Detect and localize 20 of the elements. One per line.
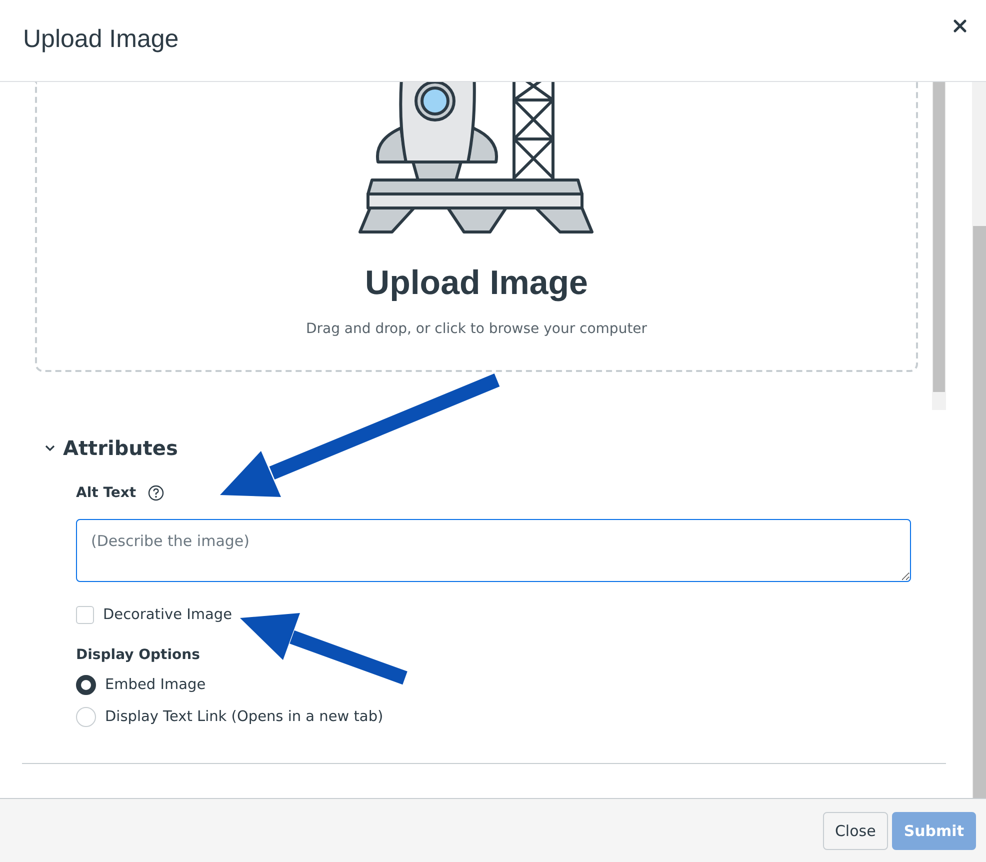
field-label: Display Options — [76, 647, 201, 663]
help-icon[interactable] — [148, 485, 164, 501]
dialog-title: Upload Image — [23, 25, 179, 54]
radio-label: Display Text Link (Opens in a new tab) — [105, 709, 384, 725]
dropzone-heading: Upload Image — [365, 264, 588, 303]
close-button[interactable]: Close — [822, 812, 888, 850]
chevron-icon — [45, 444, 55, 452]
close-icon — [953, 18, 967, 32]
upload-dropzone[interactable]: Upload Image Drag and drop, or click to browse your computer — [35, 82, 918, 372]
attributes-toggle[interactable]: Attributes — [45, 436, 178, 460]
field-label: Alt Text — [76, 485, 136, 501]
radio-label: Embed Image — [105, 677, 206, 693]
close-button[interactable] — [951, 16, 969, 34]
checkbox-label: Decorative Image — [103, 607, 232, 623]
dropzone-hint: Drag and drop, or click to browse your computer — [306, 321, 648, 337]
scrollbar[interactable] — [972, 82, 986, 798]
alt-text-field[interactable]: (Describe the image) — [76, 519, 911, 582]
checkbox[interactable] — [76, 606, 94, 624]
scrollbar[interactable] — [932, 82, 946, 410]
radio-button[interactable] — [76, 675, 96, 695]
